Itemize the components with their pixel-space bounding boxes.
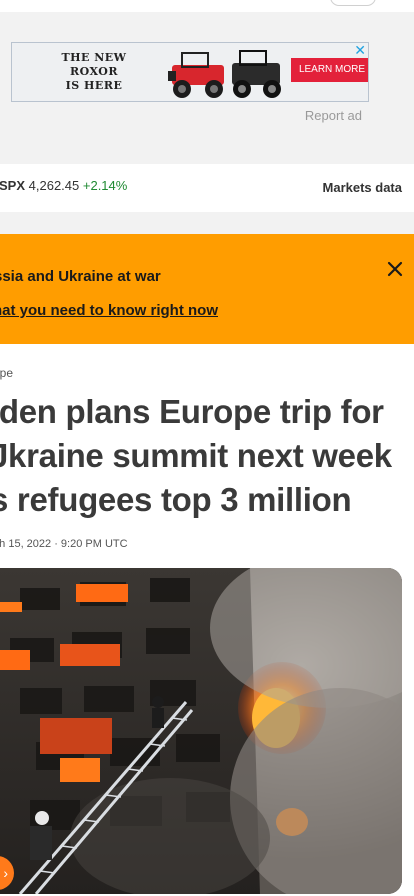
market-ticker-bar: SPX 4,262.45 +2.14% Markets data [0,164,414,212]
alert-link[interactable]: hat you need to know right now [0,302,218,319]
headline-line: iden plans Europe trip for [0,393,384,430]
top-pill-button[interactable] [330,0,376,6]
market-ticker[interactable]: SPX 4,262.45 +2.14% [0,178,127,193]
breaking-news-banner: ssia and Ukraine at war hat you need to … [0,234,414,344]
close-icon[interactable] [384,258,406,280]
burning-building-image [0,568,402,894]
article: ope iden plans Europe trip for Jkraine s… [0,344,414,896]
ad-headline-line: IS HERE [65,79,123,92]
alert-title: ssia and Ukraine at war [0,268,161,285]
ticker-value: 4,262.45 [28,178,80,193]
ticker-change: +2.14% [82,178,128,193]
report-ad-link[interactable]: Report ad [290,108,362,123]
headline-line: Jkraine summit next week [0,437,392,474]
top-strip [0,0,414,12]
article-headline: iden plans Europe trip for Jkraine summi… [0,390,414,522]
ad-headline: THE NEW ROXOR IS HERE [42,51,146,93]
ad-close-icon[interactable]: ✕ [354,43,366,57]
markets-data-link[interactable]: Markets data [323,180,402,195]
ad-vehicles-image [168,50,281,98]
ad-learn-more-button[interactable]: LEARN MORE [291,58,368,82]
headline-line: s refugees top 3 million [0,481,352,518]
article-hero-image[interactable] [0,568,402,894]
article-timestamp: rch 15, 2022 · 9:20 PM UTC [0,538,128,550]
ad-headline-line: THE NEW [61,51,127,64]
ticker-symbol: SPX [0,178,26,193]
chevron-right-icon: › [3,865,8,881]
ad-headline-line: ROXOR [69,65,119,78]
ad-banner[interactable]: THE NEW ROXOR IS HERE LEARN MORE ✕ [11,42,369,102]
article-section-label[interactable]: ope [0,366,13,380]
